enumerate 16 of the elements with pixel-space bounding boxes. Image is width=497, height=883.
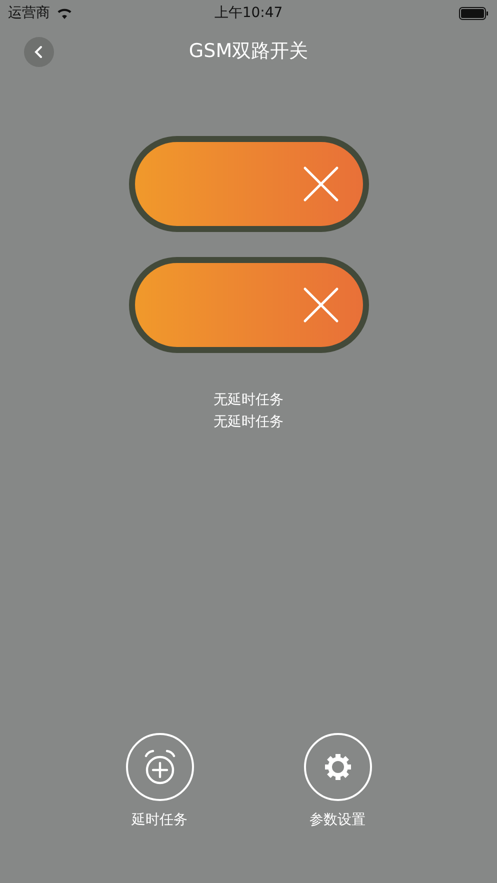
settings-icon — [324, 753, 352, 781]
chevron-left-icon — [34, 45, 44, 59]
carrier-name: 运营商 — [8, 4, 50, 22]
task-status-text: 无延时任务 — [214, 413, 284, 432]
back-button[interactable] — [24, 37, 54, 67]
action-label: 延时任务 — [132, 811, 188, 829]
cross-icon — [302, 166, 338, 202]
timer-button[interactable] — [126, 733, 194, 801]
action-label: 参数设置 — [310, 811, 366, 829]
page-title: GSM双路开关 — [188, 39, 308, 64]
cross-icon — [302, 287, 338, 323]
settings-button[interactable] — [304, 733, 372, 801]
task-status-text: 无延时任务 — [214, 391, 284, 410]
wifi-icon — [56, 7, 73, 19]
clock-time: 上午10:47 — [214, 4, 283, 22]
battery-icon — [459, 6, 489, 20]
